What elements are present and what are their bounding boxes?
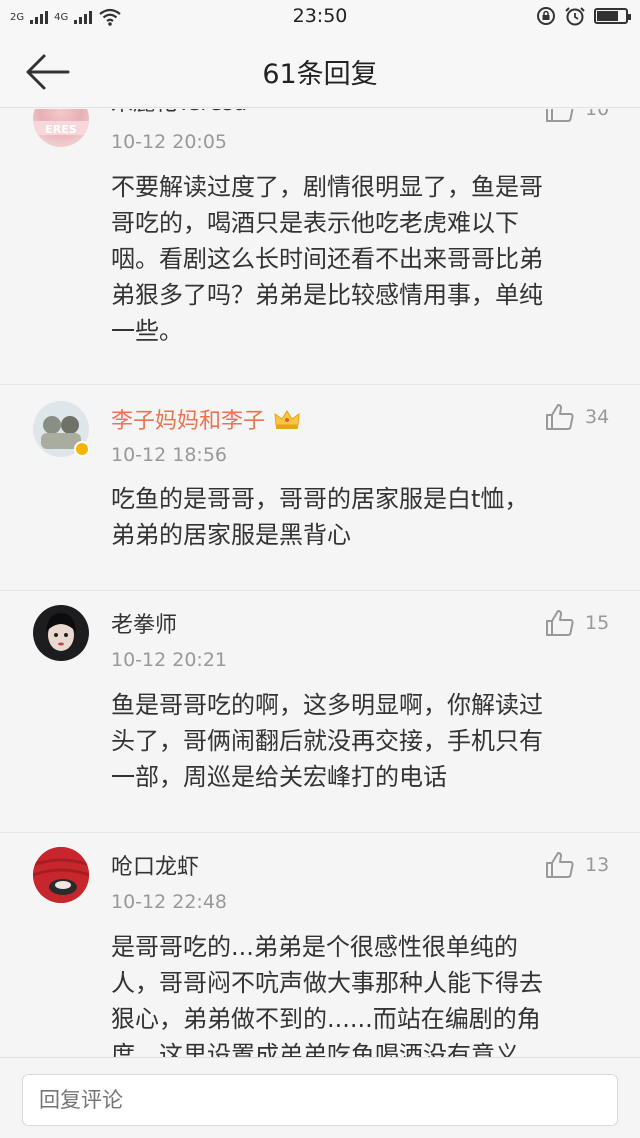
comment-author[interactable]: 李子妈妈和李子 — [111, 403, 301, 435]
thumbs-up-icon — [546, 404, 574, 430]
comment-line: 一部，周巡是给关宏峰打的电话 — [111, 763, 447, 791]
comment-item: 李子妈妈和李子 34 10-12 18:56 吃鱼的是哥哥，哥哥的居家服是白t恤… — [0, 385, 640, 591]
comment-line: 不要解读过度了，剧情很明显了，鱼是哥 — [111, 173, 543, 201]
comment-time: 10-12 22:48 — [111, 891, 228, 913]
comment-line: 弟狠多了吗？弟弟是比较感情用事，单纯 — [111, 281, 543, 309]
thumbs-up-icon — [546, 852, 574, 878]
avatar-image — [33, 847, 89, 903]
comment-item: ERES 米麗花Teresa 10 10-12 20:05 不要解读过度了，剧情… — [0, 109, 640, 385]
comment-time: 10-12 20:05 — [111, 131, 228, 153]
thumbs-up-icon — [546, 610, 574, 636]
comment-line: 头了，哥俩闹翻后就没再交接，手机只有 — [111, 727, 543, 755]
avatar[interactable] — [33, 847, 89, 903]
like-button[interactable]: 34 — [545, 403, 609, 431]
rotation-lock-icon — [537, 7, 555, 25]
like-button[interactable]: 10 — [545, 109, 609, 123]
header: 61条回复 — [0, 34, 640, 108]
avatar-image — [46, 613, 76, 651]
like-count: 10 — [585, 109, 610, 120]
comment-time: 10-12 18:56 — [111, 444, 228, 466]
comment-line: 人，哥哥闷不吭声做大事那种人能下得去 — [111, 969, 543, 997]
comment-time: 10-12 20:21 — [111, 649, 228, 671]
comment-text: 吃鱼的是哥哥，哥哥的居家服是白t恤， 弟弟的居家服是黑背心 — [111, 481, 611, 553]
comment-author[interactable]: 呛口龙虾 — [111, 849, 199, 881]
like-button[interactable]: 15 — [545, 609, 609, 637]
alarm-icon — [565, 7, 585, 26]
status-bar: 2G 4G 23:50 — [0, 0, 640, 34]
comment-line: 咽。看剧这么长时间还看不出来哥哥比弟 — [111, 245, 543, 273]
like-count: 13 — [585, 854, 610, 876]
comment-item: 呛口龙虾 13 10-12 22:48 是哥哥吃的...弟弟是个很感性很单纯的 … — [0, 833, 640, 1057]
comment-author[interactable]: 米麗花Teresa — [111, 109, 247, 117]
comment-list[interactable]: ERES 米麗花Teresa 10 10-12 20:05 不要解读过度了，剧情… — [0, 109, 640, 1057]
comment-line: 弟弟的居家服是黑背心 — [111, 521, 351, 549]
comment-line: 一些。 — [111, 317, 183, 345]
like-count: 15 — [585, 612, 610, 634]
comment-line: 是哥哥吃的...弟弟是个很感性很单纯的 — [111, 933, 518, 961]
thumbs-up-icon — [546, 109, 574, 122]
like-count: 34 — [585, 406, 610, 428]
vip-crown-icon — [274, 410, 300, 429]
comment-line: 哥吃的，喝酒只是表示他吃老虎难以下 — [111, 209, 519, 237]
comment-line: 狠心，弟弟做不到的......而站在编剧的角 — [111, 1005, 541, 1033]
comment-text: 不要解读过度了，剧情很明显了，鱼是哥 哥吃的，喝酒只是表示他吃老虎难以下 咽。看… — [111, 169, 611, 349]
comment-item: 老拳师 15 10-12 20:21 鱼是哥哥吃的啊，这多明显啊，你解读过 头了… — [0, 591, 640, 833]
svg-text:ERES: ERES — [45, 123, 76, 136]
comment-line: 吃鱼的是哥哥，哥哥的居家服是白t恤， — [111, 485, 529, 513]
comment-line: 度，这里设置成弟弟吃鱼喝酒没有意义， — [111, 1041, 543, 1057]
reply-input[interactable] — [22, 1074, 618, 1126]
like-button[interactable]: 13 — [545, 851, 609, 879]
avatar[interactable] — [33, 605, 89, 661]
comment-line: 鱼是哥哥吃的啊，这多明显啊，你解读过 — [111, 691, 543, 719]
comment-text: 鱼是哥哥吃的啊，这多明显啊，你解读过 头了，哥俩闹翻后就没再交接，手机只有 一部… — [111, 687, 611, 795]
battery-icon — [594, 8, 631, 24]
comment-text: 是哥哥吃的...弟弟是个很感性很单纯的 人，哥哥闷不吭声做大事那种人能下得去 狠… — [111, 929, 611, 1057]
verified-badge-icon — [74, 441, 90, 457]
page-title: 61条回复 — [262, 59, 378, 90]
comment-author[interactable]: 老拳师 — [111, 607, 177, 639]
author-name: 李子妈妈和李子 — [111, 409, 266, 434]
avatar-image: ERES — [33, 121, 89, 136]
avatar[interactable]: ERES — [33, 109, 89, 147]
reply-bar — [0, 1057, 640, 1138]
